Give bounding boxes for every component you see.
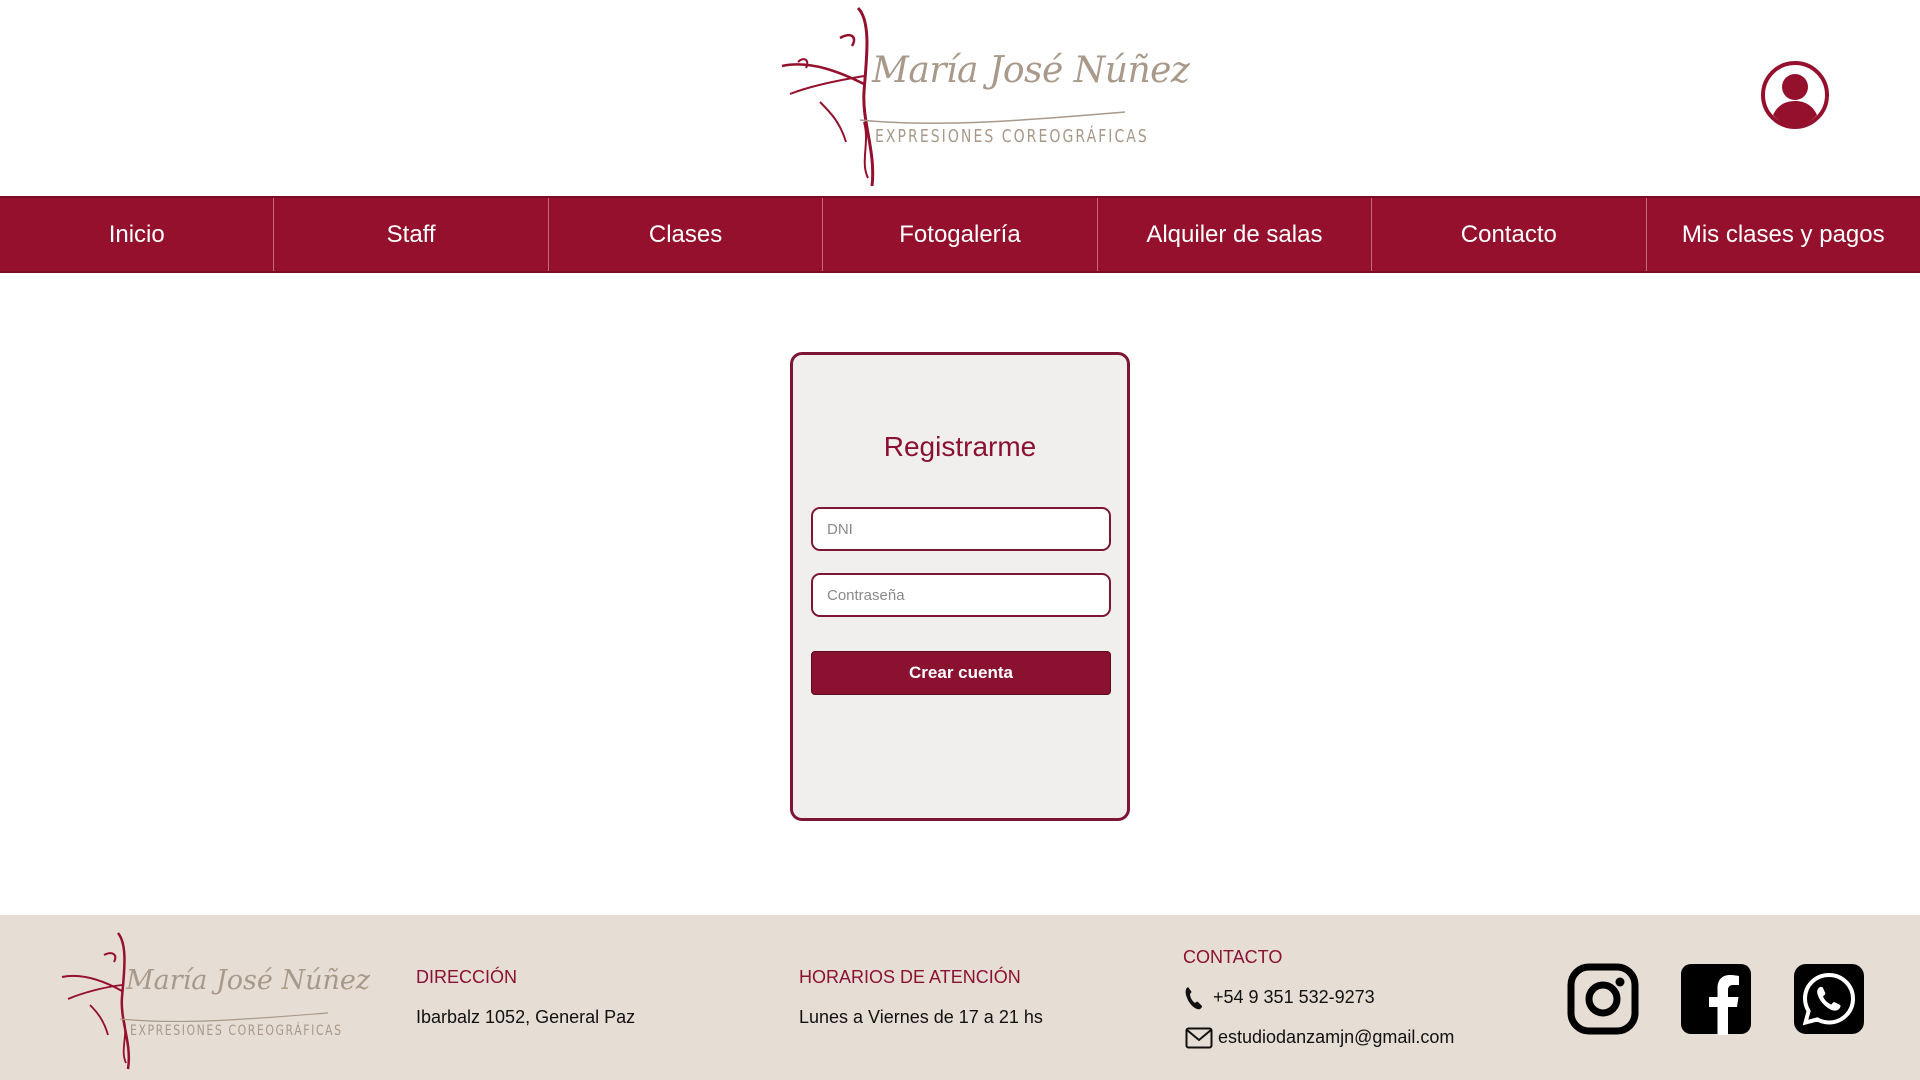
hours-heading: HORARIOS DE ATENCIÓN	[799, 967, 1021, 987]
register-title: Registrarme	[883, 431, 1037, 462]
user-account-button[interactable]	[1760, 60, 1830, 130]
nav-item-fotogaleria[interactable]: Fotogalería	[823, 198, 1098, 271]
nav-item-inicio[interactable]: Inicio	[0, 198, 275, 271]
footer-brand-tagline: EXPRESIONES COREOGRÁFICAS	[130, 1023, 343, 1039]
facebook-link[interactable]	[1680, 963, 1752, 1035]
register-card: Registrarme Crear cuenta	[790, 352, 1130, 821]
main-nav: Inicio Staff Clases Fotogalería Alquiler…	[0, 196, 1920, 273]
address-text: Ibarbalz 1052, General Paz	[416, 1007, 636, 1027]
hours-text: Lunes a Viernes de 17 a 21 hs	[799, 1007, 1043, 1027]
header: María José Núñez EXPRESIONES COREOGRÁFIC…	[0, 0, 1920, 196]
user-account-icon	[1761, 61, 1829, 129]
brand-tagline: EXPRESIONES COREOGRÁFICAS	[875, 126, 1149, 147]
whatsapp-link[interactable]	[1793, 963, 1865, 1035]
footer-logo[interactable]: María José Núñez EXPRESIONES COREOGRÁFIC…	[60, 929, 370, 1071]
contact-email[interactable]: estudiodanzamjn@gmail.com	[1218, 1027, 1454, 1048]
brand-script-name: María José Núñez	[872, 50, 1190, 91]
dancer-logo-graphic	[781, 6, 1126, 187]
dancer-logo-graphic	[61, 932, 329, 1070]
instagram-icon	[1567, 963, 1639, 1035]
footer-brand-script-name: María José Núñez	[126, 965, 371, 996]
nav-item-clases[interactable]: Clases	[549, 198, 824, 271]
whatsapp-icon	[1794, 964, 1864, 1034]
nav-item-staff[interactable]: Staff	[274, 198, 549, 271]
address-heading: DIRECCIÓN	[416, 967, 518, 987]
dni-input[interactable]	[811, 507, 1111, 551]
footer: María José Núñez EXPRESIONES COREOGRÁFIC…	[0, 915, 1920, 1080]
nav-item-alquiler-de-salas[interactable]: Alquiler de salas	[1098, 198, 1373, 271]
brand-logo[interactable]: María José Núñez EXPRESIONES COREOGRÁFIC…	[780, 2, 1190, 190]
contact-heading: CONTACTO	[1183, 947, 1283, 967]
contact-phone[interactable]: +54 9 351 532-9273	[1213, 987, 1375, 1008]
nav-item-contacto[interactable]: Contacto	[1372, 198, 1647, 271]
nav-item-mis-clases-y-pagos[interactable]: Mis clases y pagos	[1647, 198, 1920, 271]
instagram-link[interactable]	[1567, 963, 1639, 1035]
password-input[interactable]	[811, 573, 1111, 617]
facebook-icon	[1681, 964, 1751, 1035]
mail-icon	[1185, 1027, 1213, 1049]
phone-icon	[1184, 985, 1204, 1011]
create-account-button[interactable]: Crear cuenta	[811, 651, 1111, 695]
